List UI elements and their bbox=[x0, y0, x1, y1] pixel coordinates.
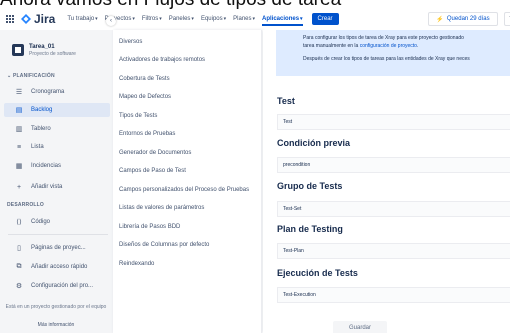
jira-logo-icon bbox=[21, 14, 31, 24]
add-icon: + bbox=[16, 183, 22, 191]
test-execution-issue-type-field[interactable]: Test-Execution bbox=[277, 287, 510, 303]
test-plan-issue-type-field[interactable]: Test-Plan bbox=[277, 243, 510, 259]
field-title-test-execution: Ejecución de Tests bbox=[277, 268, 358, 278]
chevron-down-icon: ▾ bbox=[159, 16, 162, 22]
chevron-down-icon: ▾ bbox=[191, 16, 194, 22]
menu-item[interactable]: Campos de Paso de Test bbox=[113, 163, 262, 179]
field-title-test: Test bbox=[277, 96, 295, 106]
code-icon: ⟨⟩ bbox=[16, 219, 22, 226]
chevron-down-icon: ▾ bbox=[300, 16, 303, 22]
chevron-down-icon: ▾ bbox=[95, 16, 98, 22]
chevron-left-icon: ‹ bbox=[110, 18, 112, 24]
issues-icon: ▦ bbox=[15, 163, 23, 170]
sidebar-item-project-pages[interactable]: ▯ Páginas de proyec... bbox=[4, 241, 110, 255]
menu-item[interactable]: Listas de valores de parámetros bbox=[113, 200, 262, 216]
menu-item[interactable]: Entornos de Pruebas bbox=[113, 126, 262, 142]
sidebar-divider bbox=[8, 234, 108, 235]
menu-item[interactable]: Diversos bbox=[113, 34, 262, 50]
chevron-down-icon: ▾ bbox=[252, 16, 256, 22]
overlay-caption: Ahora vamos en Flujos de tipos de tarea bbox=[0, 0, 510, 9]
info-message: Para configurar los tipos de tarea de Xr… bbox=[276, 30, 510, 76]
sidebar-item-issues[interactable]: ▦ Incidencias bbox=[4, 159, 110, 173]
apps-settings-menu: Diversos Activadores de trabajos remotos… bbox=[113, 30, 262, 333]
sidebar-item-add-view[interactable]: + Añadir vista bbox=[4, 180, 110, 194]
help-button[interactable]: ? bbox=[504, 12, 510, 26]
field-title-test-plan: Plan de Testing bbox=[277, 224, 343, 234]
chevron-down-icon: ▾ bbox=[223, 16, 227, 22]
project-sidebar: Tarea_01 Proyecto de software ⌄ PLANIFIC… bbox=[0, 30, 113, 333]
menu-item[interactable]: Mapeo de Defectos bbox=[113, 89, 262, 105]
sidebar-item-project-settings[interactable]: ⚙ Configuración del pro... bbox=[4, 279, 110, 293]
settings-icon: ⚙ bbox=[15, 283, 23, 290]
nav-item-filters[interactable]: Filtros ▾ bbox=[142, 16, 162, 22]
precondition-issue-type-field[interactable]: precondition bbox=[277, 157, 510, 173]
menu-item[interactable]: Diseños de Columnas por defecto bbox=[113, 237, 262, 253]
learn-more-link[interactable]: Más información bbox=[4, 322, 108, 328]
test-set-issue-type-field[interactable]: Test-Set bbox=[277, 201, 510, 217]
sidebar-item-add-shortcut[interactable]: ⧉ Añadir acceso rápido bbox=[4, 260, 110, 274]
sidebar-item-list[interactable]: ≡ Lista bbox=[4, 140, 110, 154]
app-switcher-icon[interactable] bbox=[6, 14, 15, 24]
project-name: Tarea_01 bbox=[29, 44, 55, 50]
project-settings-link[interactable]: configuración de proyecto bbox=[360, 43, 417, 49]
project-avatar bbox=[12, 44, 24, 56]
menu-item[interactable]: Reindexando bbox=[113, 256, 262, 272]
sidebar-item-code[interactable]: ⟨⟩ Código bbox=[4, 215, 110, 229]
app-logo[interactable]: Jira bbox=[6, 12, 67, 26]
backlog-icon: ▤ bbox=[15, 107, 23, 114]
nav-item-teams[interactable]: Equipos ▾ bbox=[201, 16, 226, 22]
development-section-label: DESARROLLO bbox=[7, 202, 44, 208]
nav-item-apps[interactable]: Aplicaciones ▾ bbox=[262, 16, 303, 26]
planning-section-label[interactable]: ⌄ PLANIFICACIÓN bbox=[7, 73, 55, 79]
menu-item[interactable]: Activadores de trabajos remotos bbox=[113, 52, 262, 68]
collapse-sidebar-button[interactable]: ‹ bbox=[106, 16, 116, 26]
field-title-test-set: Grupo de Tests bbox=[277, 181, 343, 191]
menu-item[interactable]: Campos personalizados del Proceso de Pru… bbox=[113, 182, 262, 198]
menu-item[interactable]: Librería de Pasos BDD bbox=[113, 219, 262, 235]
pages-icon: ▯ bbox=[17, 245, 21, 252]
sidebar-item-board[interactable]: ▥ Tablero bbox=[4, 122, 110, 136]
menu-item[interactable]: Tipos de Tests bbox=[113, 108, 262, 124]
menu-item[interactable]: Generador de Documentos bbox=[113, 145, 262, 161]
save-button[interactable]: Guardar bbox=[333, 321, 387, 333]
chevron-down-icon: ▾ bbox=[132, 16, 135, 22]
nav-item-dashboards[interactable]: Paneles ▾ bbox=[169, 16, 194, 22]
project-header[interactable]: Tarea_01 Proyecto de software bbox=[12, 44, 76, 57]
trial-button[interactable]: ⚡ Quedan 29 días bbox=[428, 12, 498, 26]
board-icon: ▥ bbox=[15, 126, 23, 133]
sidebar-footer-text: Está en un proyecto gestionado por el eq… bbox=[5, 304, 107, 310]
create-button[interactable]: Crear bbox=[311, 13, 339, 25]
timeline-icon: ☰ bbox=[15, 89, 23, 96]
trial-label: Quedan 29 días bbox=[446, 16, 490, 22]
nav-item-your-work[interactable]: Tu trabajo ▾ bbox=[67, 16, 97, 22]
logo-text: Jira bbox=[34, 12, 56, 26]
test-issue-type-field[interactable]: Test bbox=[277, 114, 510, 130]
field-title-precondition: Condición previa bbox=[277, 138, 351, 148]
list-icon: ≡ bbox=[16, 143, 22, 151]
lightning-icon: ⚡ bbox=[436, 16, 444, 23]
sidebar-item-timeline[interactable]: ☰ Cronograma bbox=[4, 85, 110, 99]
issue-type-mapping-panel: Para configurar los tipos de tarea de Xr… bbox=[263, 30, 510, 333]
project-type: Proyecto de software bbox=[29, 51, 76, 57]
top-navigation: Jira Tu trabajo ▾ Proyectos ▾ Filtros ▾ Pan… bbox=[0, 9, 510, 29]
sidebar-item-backlog[interactable]: ▤ Backlog bbox=[4, 103, 110, 117]
nav-item-plans[interactable]: Planes ▾ bbox=[233, 16, 255, 22]
shortcut-icon: ⧉ bbox=[16, 263, 22, 270]
menu-item[interactable]: Cobertura de Tests bbox=[113, 71, 262, 87]
